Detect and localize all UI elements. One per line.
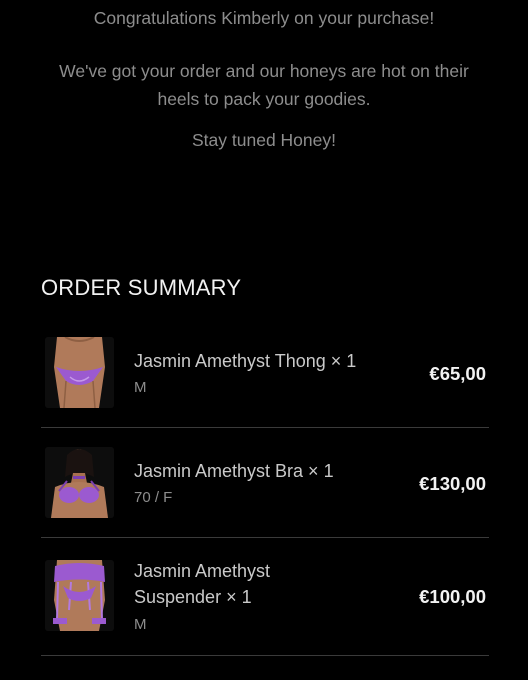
order-received-message: We've got your order and our honeys are … xyxy=(0,57,528,113)
item-name-line-1: Jasmin Amethyst xyxy=(134,561,271,581)
order-received-line-1: We've got your order and our honeys are … xyxy=(59,61,469,81)
congratulations-message: Congratulations Kimberly on your purchas… xyxy=(93,8,435,28)
item-price: €130,00 xyxy=(419,473,486,494)
item-price: €65,00 xyxy=(429,363,486,384)
item-divider xyxy=(41,655,489,656)
item-name: Jasmin Amethyst Bra × 1 xyxy=(134,461,334,481)
item-variant: 70 / F xyxy=(134,489,173,506)
item-price: €100,00 xyxy=(419,586,486,607)
order-confirmation-page: Congratulations Kimberly on your purchas… xyxy=(0,0,528,680)
stay-tuned-message: Stay tuned Honey! xyxy=(192,130,336,150)
order-summary-title: ORDER SUMMARY xyxy=(41,275,242,300)
item-name: Jasmin Amethyst Thong × 1 xyxy=(134,351,357,371)
suspender-product-image xyxy=(45,560,114,631)
bra-product-image xyxy=(45,447,114,518)
item-name: Jasmin Amethyst Suspender × 1 xyxy=(134,558,396,610)
item-divider xyxy=(41,537,489,538)
item-name-line-2: Suspender × 1 xyxy=(134,587,252,607)
item-divider xyxy=(41,427,489,428)
item-variant: M xyxy=(134,379,147,396)
thong-product-image xyxy=(45,337,114,408)
item-variant: M xyxy=(134,616,147,633)
order-received-line-2: heels to pack your goodies. xyxy=(157,89,371,109)
